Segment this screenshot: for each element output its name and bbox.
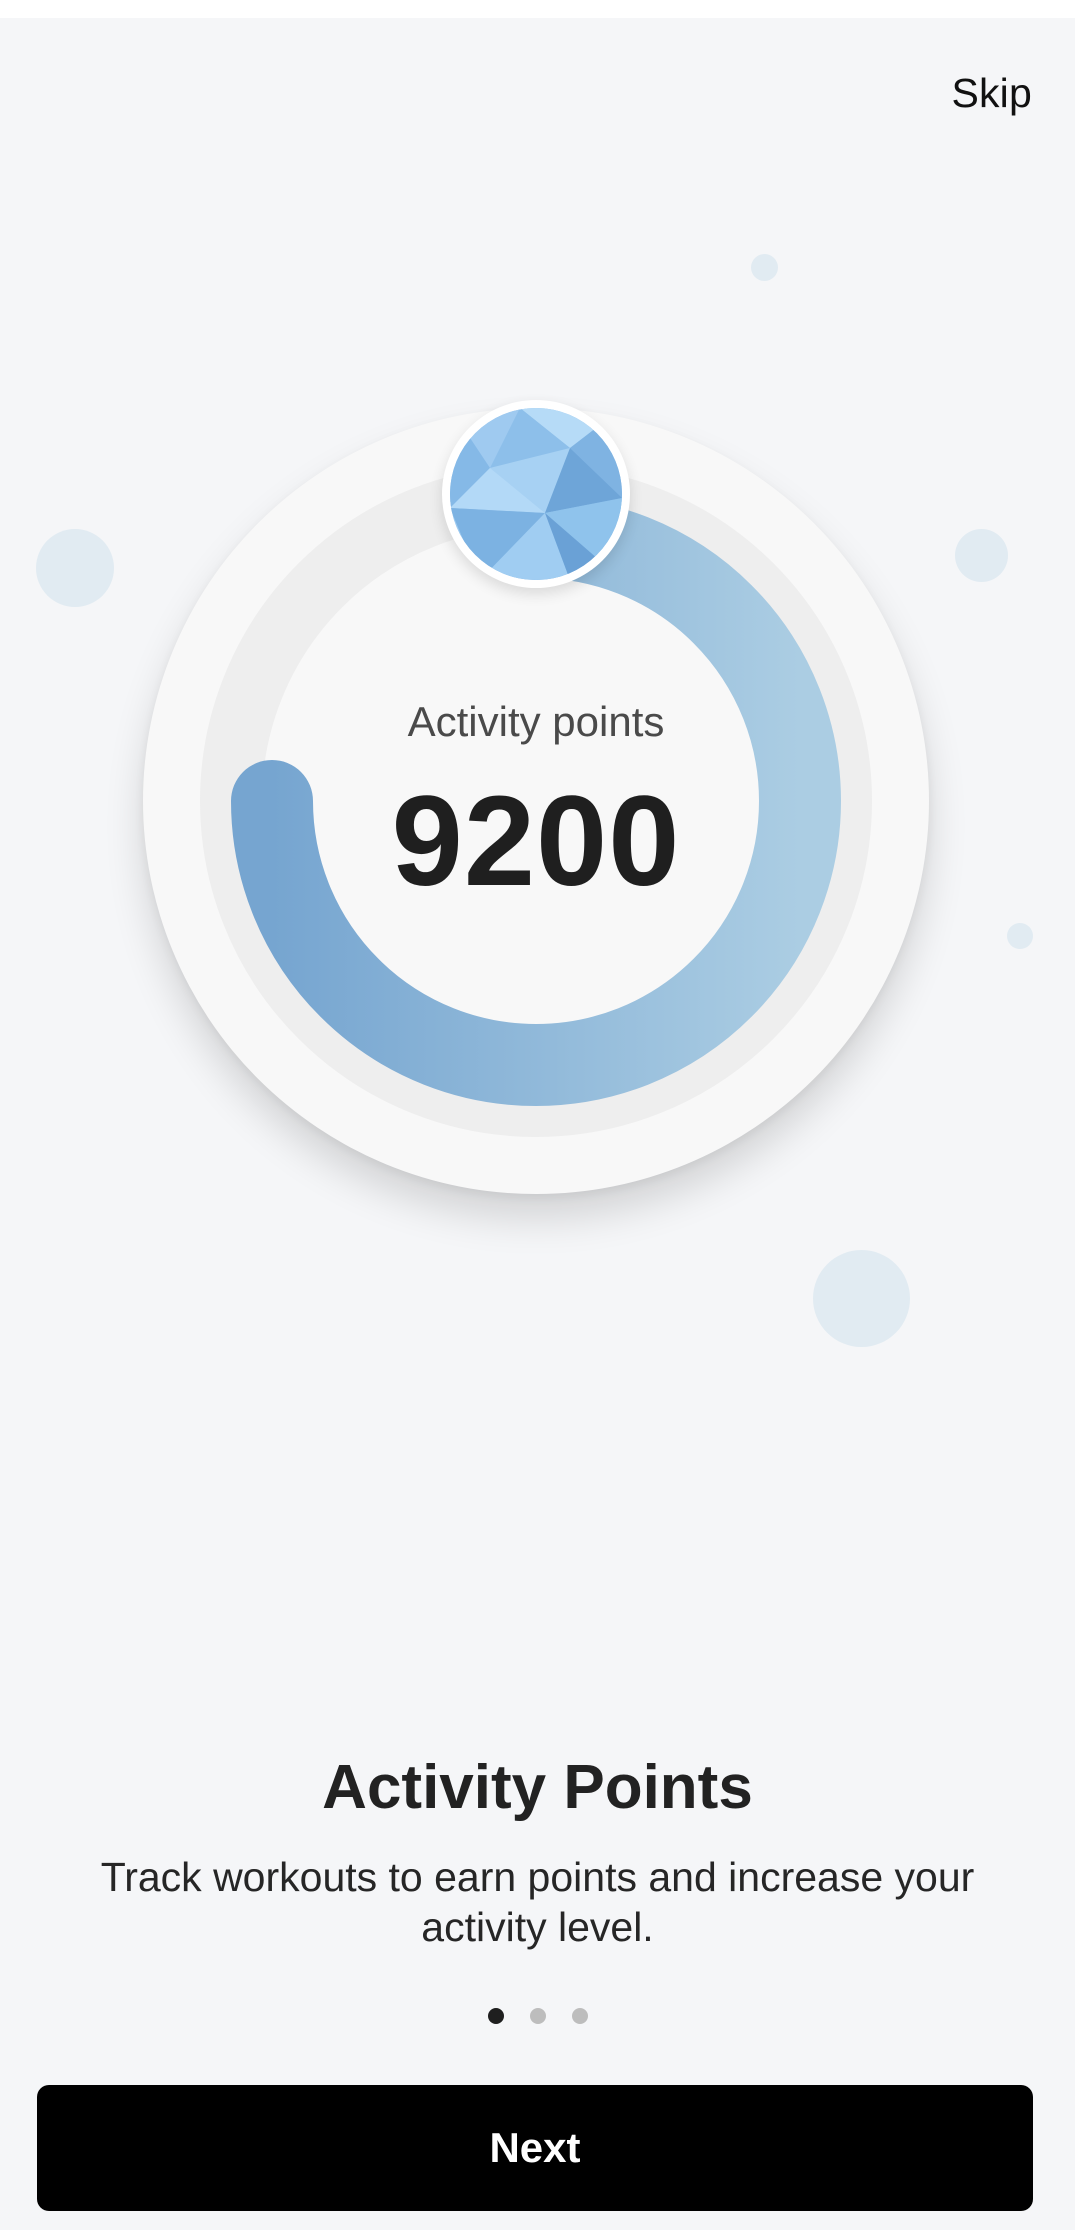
onboarding-description: Track workouts to earn points and increa…	[100, 1854, 975, 1950]
page-indicator	[0, 2008, 1075, 2024]
decorative-bubble	[813, 1250, 910, 1347]
page-dot-1	[487, 2008, 504, 2024]
points-value: 9200	[391, 770, 681, 913]
status-bar-strip	[0, 0, 1075, 18]
level-badge	[442, 400, 630, 588]
page-dot-2	[529, 2008, 546, 2024]
skip-button[interactable]: Skip	[951, 70, 1032, 117]
diamond-gem-icon	[450, 408, 622, 580]
decorative-bubble	[751, 254, 778, 281]
ring-label: Activity points	[407, 698, 665, 745]
next-button[interactable]: Next	[37, 2085, 1033, 2211]
onboarding-title: Activity Points	[322, 1753, 753, 1822]
decorative-bubble	[1007, 923, 1033, 949]
onboarding-screen: Skip Activity points 9200 Activity Point…	[0, 0, 1075, 2230]
page-dot-3	[571, 2008, 588, 2024]
decorative-bubble	[36, 529, 114, 607]
decorative-bubble	[955, 529, 1008, 582]
